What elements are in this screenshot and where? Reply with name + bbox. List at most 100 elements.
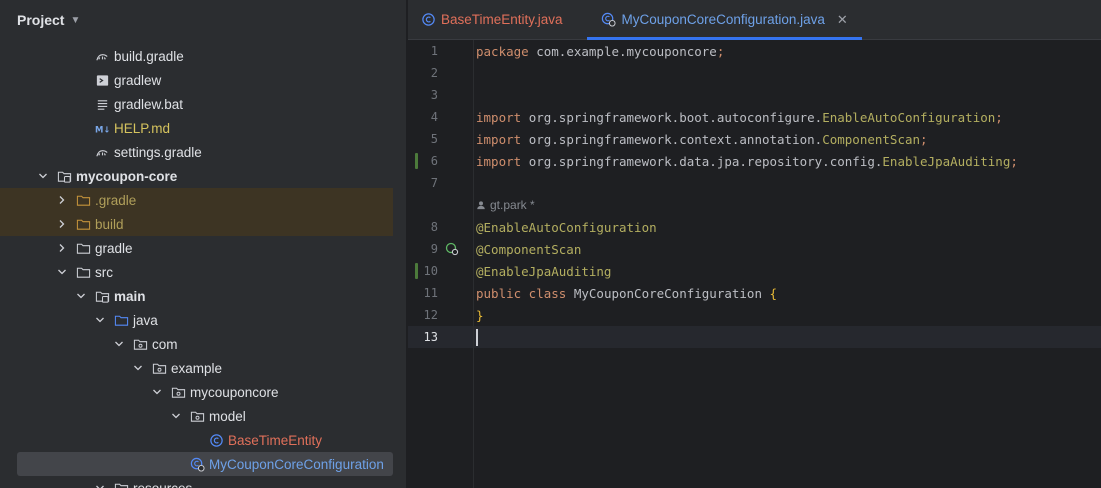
- author-inlay-hint[interactable]: gt.park *: [474, 194, 1101, 216]
- project-view-selector[interactable]: Project ▼: [0, 0, 406, 40]
- code-area[interactable]: package com.example.mycouponcore; import …: [474, 40, 1101, 488]
- code-token: @ComponentScan: [476, 241, 582, 257]
- code-token: import: [476, 131, 529, 147]
- chevron-right-icon[interactable]: [55, 193, 69, 207]
- folder-icon: [75, 264, 91, 280]
- code-token: import: [476, 153, 529, 169]
- line-number-text: 3: [430, 88, 438, 102]
- chevron-down-icon[interactable]: [93, 481, 107, 488]
- module-folder-icon: [56, 168, 72, 184]
- chevron-down-icon[interactable]: [112, 337, 126, 351]
- editor-tab[interactable]: BaseTimeEntity.java: [408, 0, 577, 39]
- code-line: }: [474, 304, 1101, 326]
- text-file-icon: [94, 96, 110, 112]
- vcs-modified-marker[interactable]: [415, 153, 418, 169]
- tree-item-gradlew-bat[interactable]: gradlew.bat: [0, 92, 393, 116]
- tree-item-gradle[interactable]: gradle: [0, 236, 393, 260]
- code-line: import org.springframework.boot.autoconf…: [474, 106, 1101, 128]
- tree-item-java[interactable]: java: [0, 308, 393, 332]
- tree-item-label: settings.gradle: [114, 144, 202, 160]
- tree-item-resources[interactable]: resources: [0, 476, 393, 488]
- package-icon: [151, 360, 167, 376]
- line-number-text: 10: [423, 264, 438, 278]
- java-class-icon-config: [189, 456, 205, 472]
- tree-item-mycoupon-core[interactable]: mycoupon-core: [0, 164, 393, 188]
- editor-tab[interactable]: MyCouponCoreConfiguration.java ✕: [586, 0, 863, 40]
- tree-item-label: gradlew: [114, 72, 162, 88]
- chevron-right-icon[interactable]: [55, 217, 69, 231]
- code-token: {: [769, 285, 778, 301]
- tree-item-build[interactable]: build: [0, 212, 393, 236]
- line-number-text: 4: [430, 110, 438, 124]
- code-line: [474, 326, 1101, 348]
- code-token: import: [476, 109, 529, 125]
- tree-item-mycouponcore[interactable]: mycouponcore: [0, 380, 393, 404]
- code-token: @EnableJpaAuditing: [476, 263, 612, 279]
- tree-item-gradle[interactable]: .gradle: [0, 188, 393, 212]
- vcs-modified-marker[interactable]: [415, 263, 418, 279]
- code-token: ;: [1010, 153, 1018, 169]
- line-number-text: 12: [423, 308, 438, 322]
- tree-item-label: mycoupon-core: [76, 168, 178, 184]
- code-token: EnableJpaAuditing: [882, 153, 1011, 169]
- line-number-text: 1: [430, 44, 438, 58]
- chevron-down-icon[interactable]: [55, 265, 69, 279]
- code-line: @EnableJpaAuditing: [474, 260, 1101, 282]
- source-folder-icon: [113, 312, 129, 328]
- chevron-down-icon[interactable]: [169, 409, 183, 423]
- tree-item-label: model: [209, 408, 246, 424]
- author-name: gt.park *: [490, 198, 535, 212]
- chevron-down-icon[interactable]: ▼: [70, 15, 80, 26]
- line-number-text: 11: [423, 286, 438, 300]
- editor-tab-bar: BaseTimeEntity.java MyCouponCoreConfigura…: [408, 0, 1101, 40]
- line-number-text: 5: [430, 132, 438, 146]
- line-number: 5: [408, 128, 473, 150]
- chevron-down-icon[interactable]: [131, 361, 145, 375]
- spring-bean-gutter-icon[interactable]: [445, 242, 459, 256]
- chevron-down-icon[interactable]: [150, 385, 164, 399]
- tree-item-com[interactable]: com: [0, 332, 393, 356]
- line-number: 1: [408, 40, 473, 62]
- chevron-down-icon[interactable]: [74, 289, 88, 303]
- tree-item-gradlew[interactable]: gradlew: [0, 68, 393, 92]
- tree-item-label: src: [95, 264, 113, 280]
- tree-item-label: gradlew.bat: [114, 96, 184, 112]
- svg-text:M↓: M↓: [95, 124, 110, 134]
- code-token: EnableAutoConfiguration: [822, 109, 996, 125]
- close-icon[interactable]: ✕: [837, 12, 848, 28]
- chevron-down-icon[interactable]: [93, 313, 107, 327]
- code-token: ;: [920, 131, 928, 147]
- tree-item-help-md[interactable]: M↓ HELP.md: [0, 116, 393, 140]
- gradle-icon: [94, 48, 110, 64]
- tree-item-example[interactable]: example: [0, 356, 393, 380]
- tree-item-basetimeentity[interactable]: BaseTimeEntity: [0, 428, 393, 452]
- tree-item-build-gradle[interactable]: build.gradle: [0, 44, 393, 68]
- code-token: com.example.mycouponcore: [536, 43, 717, 59]
- package-icon: [189, 408, 205, 424]
- tree-item-mycouponcoreconfiguration[interactable]: MyCouponCoreConfiguration: [17, 452, 393, 476]
- tree-item-model[interactable]: model: [0, 404, 393, 428]
- tree-item-label: build.gradle: [114, 48, 184, 64]
- code-token: }: [476, 307, 484, 323]
- project-tool-window: Project ▼ build.gradle gradlew gradlew.bat…: [0, 0, 407, 488]
- line-number: 10: [408, 260, 473, 282]
- tree-item-main[interactable]: main: [0, 284, 393, 308]
- tree-item-settings-gradle[interactable]: settings.gradle: [0, 140, 393, 164]
- line-number-text: 2: [430, 66, 438, 80]
- java-class-icon: [420, 12, 436, 28]
- code-token: public class: [476, 285, 574, 301]
- tree-item-src[interactable]: src: [0, 260, 393, 284]
- tree-item-label: BaseTimeEntity: [228, 432, 323, 448]
- chevron-right-icon[interactable]: [55, 241, 69, 255]
- editor-area: BaseTimeEntity.java MyCouponCoreConfigura…: [408, 0, 1101, 488]
- text-caret: [476, 328, 478, 346]
- terminal-file-icon: [94, 72, 110, 88]
- chevron-down-icon[interactable]: [36, 169, 50, 183]
- code-line: import org.springframework.context.annot…: [474, 128, 1101, 150]
- line-number-gutter: 1 2 3 4 5 6 7 8 9 10 11 12 13: [408, 40, 474, 488]
